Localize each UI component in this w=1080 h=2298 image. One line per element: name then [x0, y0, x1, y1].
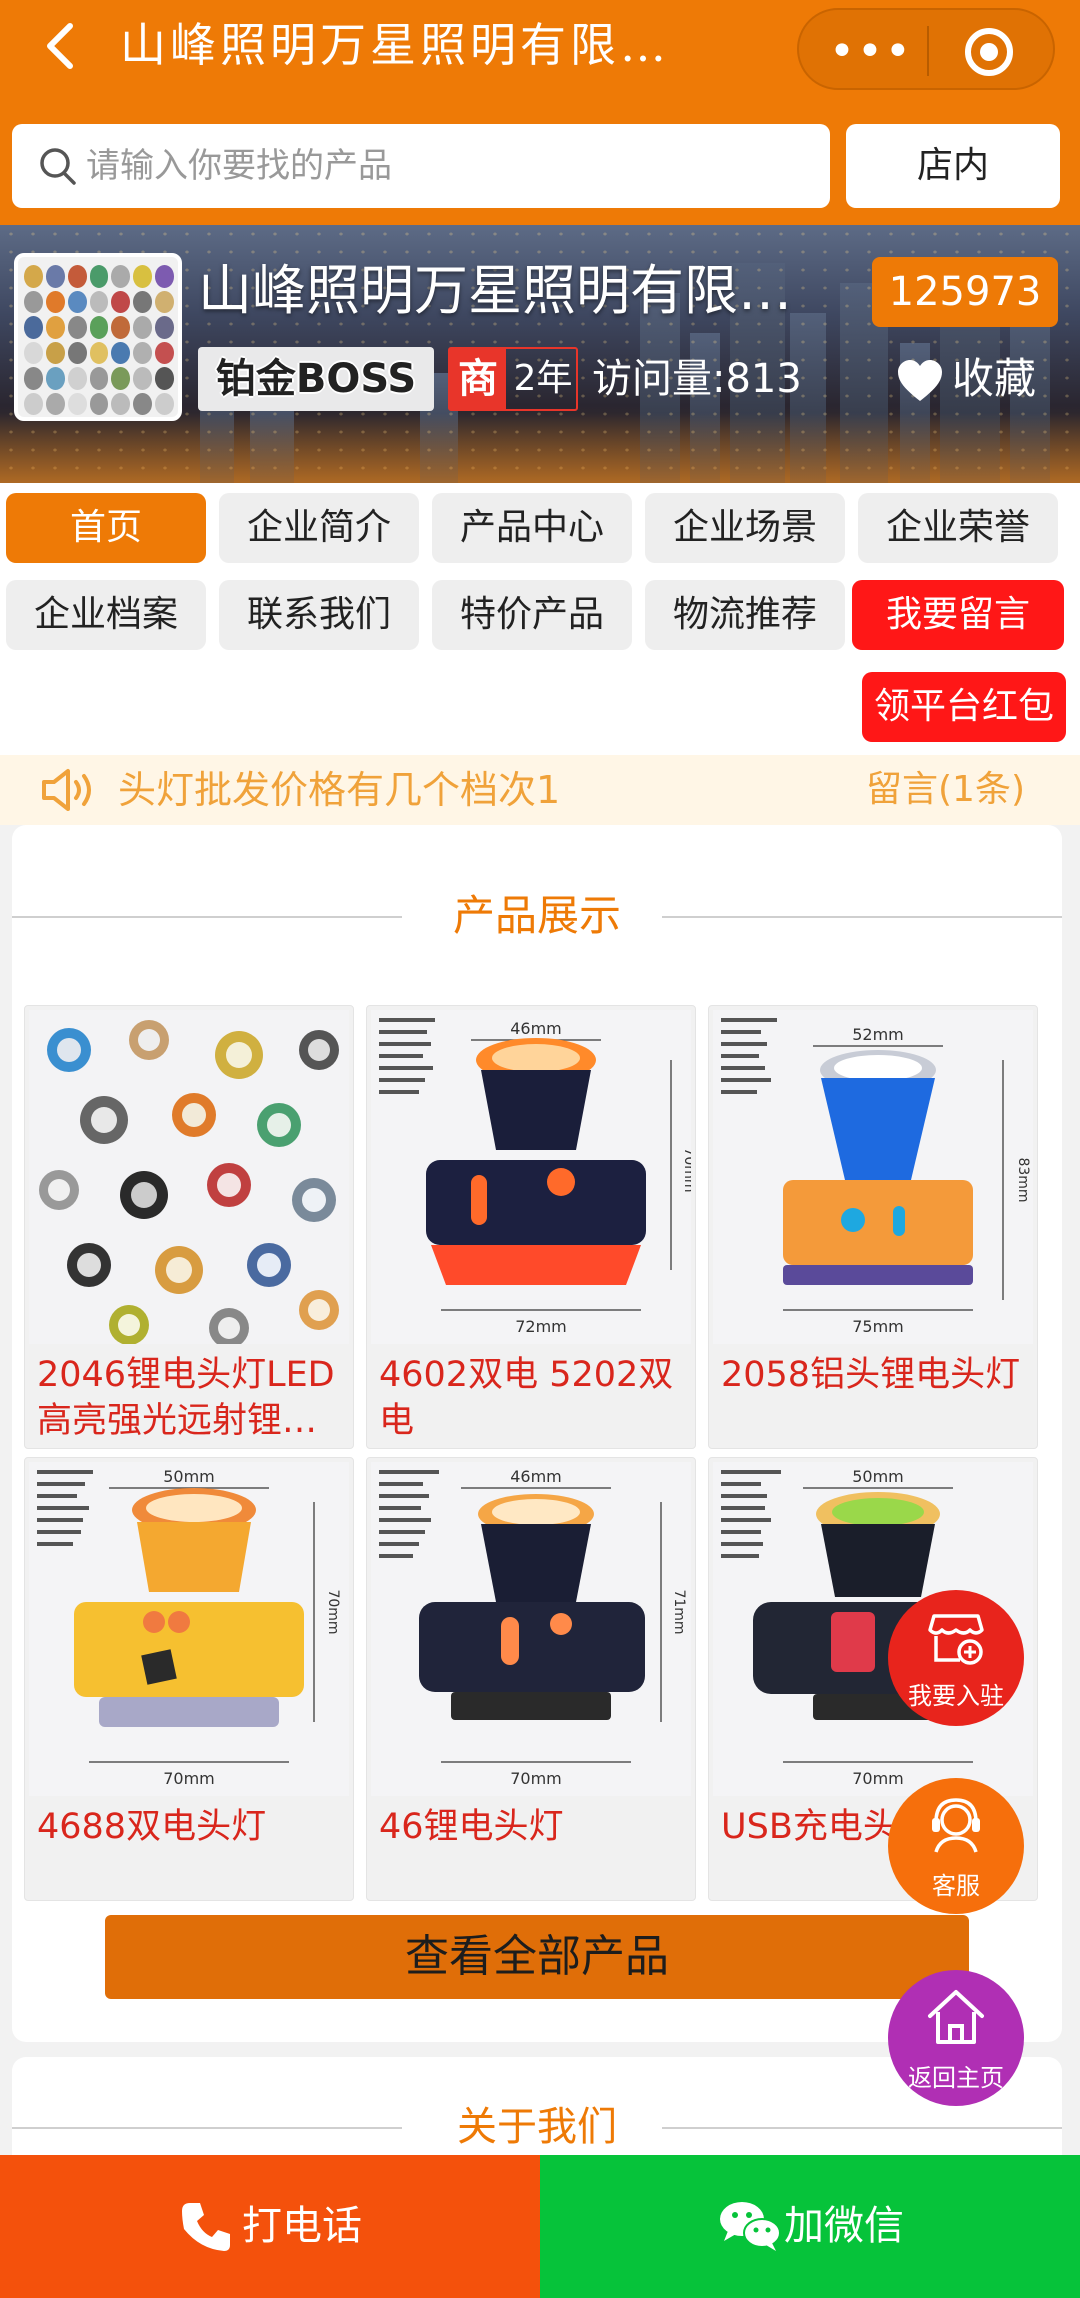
dim-top: 52mm	[852, 1025, 904, 1044]
heart-icon	[896, 357, 944, 401]
latest-message-text: 头灯批发价格有几个档次1	[118, 768, 561, 812]
dim-top: 50mm	[163, 1467, 215, 1486]
product-name: 2046锂电头灯LED高亮强光远射锂…	[37, 1355, 335, 1441]
add-wechat-button[interactable]: 加微信	[540, 2155, 1080, 2298]
claim-red-packet-button[interactable]: 领平台红包	[862, 672, 1066, 742]
wechat-icon	[718, 2199, 782, 2255]
call-label: 打电话	[242, 2203, 362, 2249]
dim-side: 83mm	[1015, 1157, 1031, 1202]
customer-service-label: 客服	[932, 1872, 980, 1900]
nav-company-profile[interactable]: 企业档案	[6, 580, 206, 650]
city-glow	[0, 413, 1080, 483]
dim-side: 70mm	[681, 1147, 691, 1192]
wechat-label: 加微信	[784, 2203, 904, 2249]
product-image: 50mm 70mm 70mm	[29, 1462, 349, 1796]
favorite-button[interactable]: 收藏	[896, 347, 1066, 411]
join-platform-button[interactable]: 我要入驻	[888, 1590, 1024, 1726]
shop-logo[interactable]	[14, 253, 182, 421]
dim-side: 71mm	[671, 1589, 687, 1634]
product-name: 4602双电 5202双电	[379, 1355, 674, 1441]
message-count[interactable]: 留言(1条)	[866, 755, 1066, 825]
search-scope-button[interactable]: 店内	[846, 124, 1060, 208]
merchant-badge-label: 商	[450, 349, 506, 409]
nav-logistics[interactable]: 物流推荐	[645, 580, 845, 650]
top-bar: 山峰照明万星照明有限… ••• 店内	[0, 0, 1080, 225]
product-image: 46mm 71mm 70mm	[371, 1462, 691, 1796]
dim-side: 70mm	[325, 1589, 341, 1634]
speaker-icon	[40, 767, 98, 813]
shop-id-badge: 125973	[872, 257, 1058, 327]
product-name: 46锂电头灯	[379, 1807, 564, 1847]
search-input[interactable]	[84, 124, 814, 208]
store-add-icon	[926, 1608, 986, 1668]
section-title: 产品展示	[452, 891, 621, 940]
page-title: 山峰照明万星照明有限…	[120, 18, 670, 72]
back-icon[interactable]	[38, 20, 84, 72]
nav-home[interactable]: 首页	[6, 493, 206, 563]
headset-icon	[926, 1794, 986, 1856]
shop-name: 山峰照明万星照明有限…	[198, 259, 792, 322]
dim-top: 46mm	[510, 1467, 562, 1486]
nav-product-center[interactable]: 产品中心	[432, 493, 632, 563]
dim-bottom: 70mm	[510, 1769, 562, 1788]
call-button[interactable]: 打电话	[0, 2155, 540, 2298]
nav-company-scene[interactable]: 企业场景	[645, 493, 845, 563]
product-card[interactable]: 46mm 70mm 72mm 4602双电 5202双电	[366, 1005, 696, 1449]
capsule-divider	[927, 26, 929, 76]
nav-company-intro[interactable]: 企业简介	[219, 493, 419, 563]
view-all-products-button[interactable]: 查看全部产品	[105, 1915, 969, 1999]
membership-badge: 铂金BOSS	[198, 347, 434, 411]
mini-program-capsule: •••	[797, 8, 1055, 90]
product-card[interactable]: 52mm 83mm 75mm 2058铝头锂电头灯	[708, 1005, 1038, 1449]
logo-product-grid	[24, 265, 174, 415]
home-icon	[924, 1986, 988, 2048]
join-label: 我要入驻	[908, 1682, 1004, 1710]
section-title: 关于我们	[457, 2104, 617, 2150]
merchant-years: 2年	[513, 358, 573, 399]
message-ticker[interactable]: 头灯批发价格有几个档次1 留言(1条)	[0, 755, 1080, 825]
section-header: 产品展示	[12, 881, 1062, 951]
phone-icon	[178, 2199, 234, 2255]
close-target-icon[interactable]	[965, 28, 1013, 76]
favorite-label: 收藏	[952, 354, 1037, 403]
nav-contact-us[interactable]: 联系我们	[219, 580, 419, 650]
dim-bottom: 70mm	[163, 1769, 215, 1788]
visit-count: 访问量:813	[592, 356, 802, 402]
dim-bottom: 75mm	[852, 1317, 904, 1336]
back-to-home-button[interactable]: 返回主页	[888, 1970, 1024, 2106]
product-name: 2058铝头锂电头灯	[721, 1355, 1021, 1395]
product-card[interactable]: 2046锂电头灯LED高亮强光远射锂…	[24, 1005, 354, 1449]
bottom-action-bar: 打电话 加微信	[0, 2155, 1080, 2298]
shop-banner: 山峰照明万星照明有限… 125973 铂金BOSS 商 2年 访问量:813 收…	[0, 225, 1080, 483]
dim-bottom: 70mm	[852, 1769, 904, 1788]
product-card[interactable]: 46mm 71mm 70mm 46锂电头灯	[366, 1457, 696, 1901]
home-label: 返回主页	[908, 2064, 1004, 2092]
product-image: 52mm 83mm 75mm	[713, 1010, 1033, 1344]
product-name: 4688双电头灯	[37, 1807, 267, 1847]
merchant-years-badge: 商 2年	[448, 347, 578, 411]
search-box	[12, 124, 830, 208]
product-image	[29, 1010, 349, 1344]
nav-special-products[interactable]: 特价产品	[432, 580, 632, 650]
dim-top: 50mm	[852, 1467, 904, 1486]
nav-leave-message[interactable]: 我要留言	[852, 580, 1064, 650]
nav-company-honors[interactable]: 企业荣誉	[858, 493, 1058, 563]
product-card[interactable]: 50mm 70mm 70mm 4688双电头灯	[24, 1457, 354, 1901]
dim-top: 46mm	[510, 1019, 562, 1038]
product-image: 46mm 70mm 72mm	[371, 1010, 691, 1344]
search-icon	[38, 146, 78, 186]
dim-bottom: 72mm	[515, 1317, 567, 1336]
customer-service-button[interactable]: 客服	[888, 1778, 1024, 1914]
more-menu-icon[interactable]: •••	[829, 30, 911, 74]
